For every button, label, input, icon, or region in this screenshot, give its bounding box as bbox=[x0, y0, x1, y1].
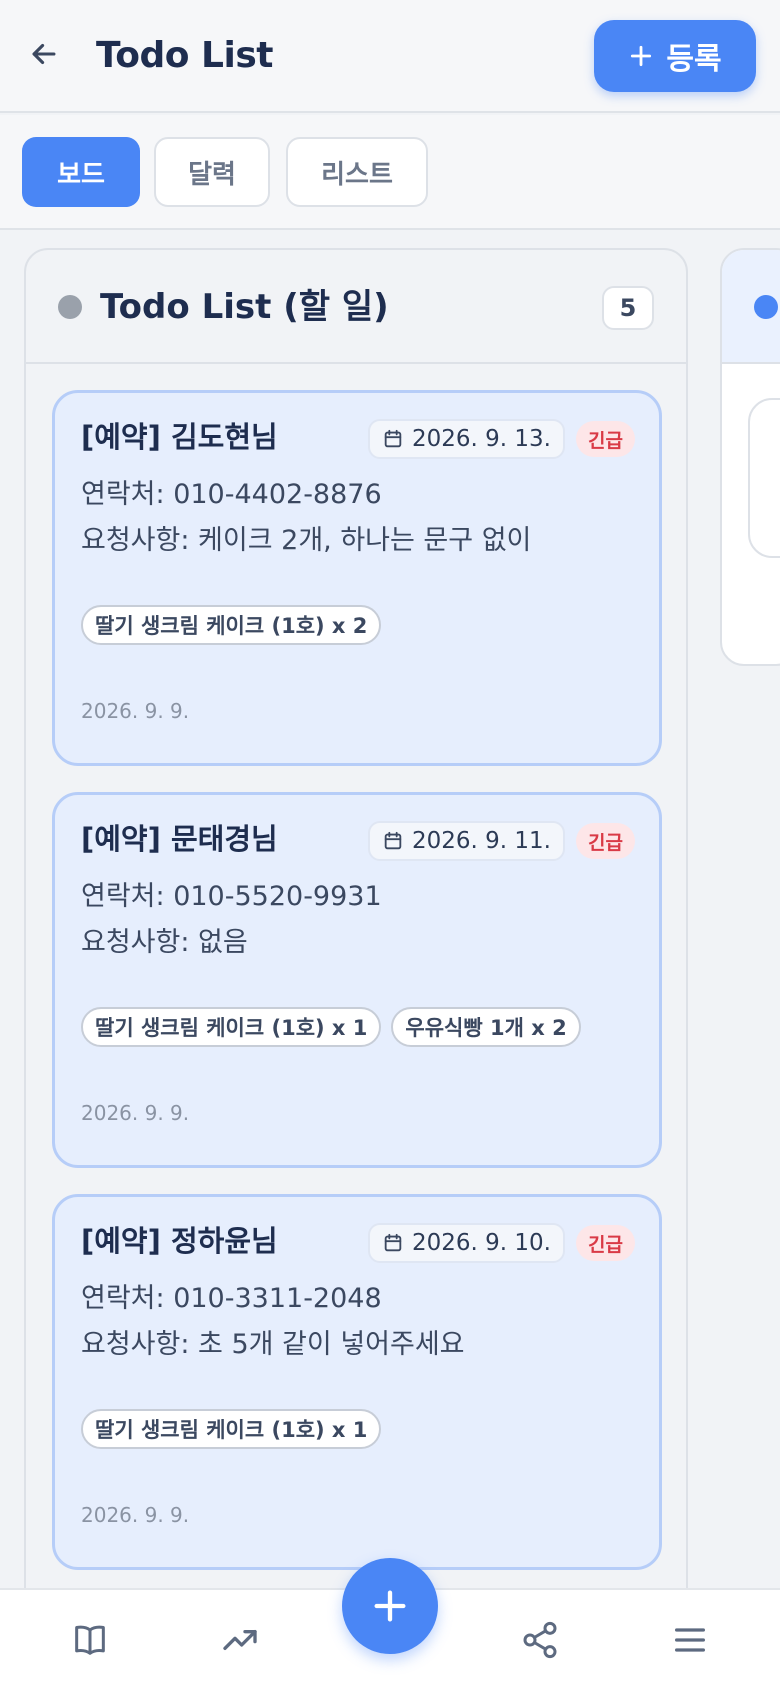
card-title: [예약] 김도현님 bbox=[81, 420, 278, 454]
trending-up-icon bbox=[223, 1630, 257, 1650]
tab-list[interactable]: 리스트 bbox=[286, 137, 428, 207]
todo-card[interactable]: [예약] 김도현님 2026. 9. 13. 긴급 연락처: 010-4402-… bbox=[52, 390, 662, 766]
due-date-chip: 2026. 9. 11. bbox=[368, 821, 565, 861]
board-column-next[interactable] bbox=[720, 248, 780, 666]
due-date-chip: 2026. 9. 13. bbox=[368, 419, 565, 459]
priority-badge: 긴급 bbox=[576, 1225, 635, 1261]
todo-card[interactable]: [예약] 문태경님 2026. 9. 11. 긴급 연락처: 010-5520-… bbox=[52, 792, 662, 1168]
due-date: 2026. 9. 10. bbox=[412, 1230, 551, 1256]
tab-board[interactable]: 보드 bbox=[22, 137, 140, 207]
nav-share[interactable] bbox=[516, 1616, 564, 1664]
due-date: 2026. 9. 13. bbox=[412, 426, 551, 452]
board-column-todo: Todo List (할 일) 5 [예약] 김도현님 2026. 9. 13.… bbox=[24, 248, 688, 1688]
calendar-icon bbox=[384, 429, 402, 448]
next-column-card[interactable] bbox=[748, 398, 780, 558]
arrow-left-icon bbox=[32, 43, 56, 65]
product-tags: 딸기 생크림 케이크 (1호) x 1 우유식빵 1개 x 2 bbox=[81, 1007, 581, 1047]
column-status-dot bbox=[58, 295, 82, 319]
add-button[interactable]: 등록 bbox=[594, 20, 756, 92]
next-column-status-dot bbox=[754, 295, 778, 319]
card-contact: 연락처: 010-5520-9931 bbox=[81, 881, 382, 912]
book-icon bbox=[75, 1625, 105, 1655]
column-title: Todo List (할 일) bbox=[100, 287, 389, 327]
priority-badge: 긴급 bbox=[576, 421, 635, 457]
tab-list-label: 리스트 bbox=[321, 159, 393, 190]
calendar-icon bbox=[384, 831, 402, 850]
add-button-label: 등록 bbox=[666, 42, 722, 77]
page-title: Todo List bbox=[96, 35, 273, 76]
card-contact: 연락처: 010-3311-2048 bbox=[81, 1283, 382, 1314]
product-tag: 딸기 생크림 케이크 (1호) x 2 bbox=[81, 605, 382, 645]
nav-menu[interactable] bbox=[666, 1616, 714, 1664]
product-tags: 딸기 생크림 케이크 (1호) x 1 bbox=[81, 1409, 382, 1449]
nav-stats[interactable] bbox=[216, 1616, 264, 1664]
card-request: 요청사항: 초 5개 같이 넣어주세요 bbox=[81, 1329, 465, 1360]
menu-icon bbox=[675, 1628, 705, 1652]
nav-book[interactable] bbox=[66, 1616, 114, 1664]
product-tag: 딸기 생크림 케이크 (1호) x 1 bbox=[81, 1409, 382, 1449]
back-button[interactable] bbox=[24, 34, 64, 74]
view-tabs: 보드 달력 리스트 bbox=[0, 115, 780, 230]
card-created-date: 2026. 9. 9. bbox=[81, 1503, 190, 1527]
plus-icon bbox=[374, 1590, 406, 1622]
calendar-icon bbox=[384, 1233, 402, 1252]
card-title: [예약] 정하윤님 bbox=[81, 1224, 278, 1258]
product-tag: 우유식빵 1개 x 2 bbox=[391, 1007, 581, 1047]
due-date: 2026. 9. 11. bbox=[412, 828, 551, 854]
tab-calendar[interactable]: 달력 bbox=[154, 137, 270, 207]
card-created-date: 2026. 9. 9. bbox=[81, 699, 190, 723]
app-header: Todo List 등록 bbox=[0, 0, 780, 113]
column-count-badge: 5 bbox=[602, 286, 654, 330]
priority-badge: 긴급 bbox=[576, 823, 635, 859]
card-request: 요청사항: 없음 bbox=[81, 927, 248, 958]
fab-add-button[interactable] bbox=[342, 1558, 438, 1654]
product-tag: 딸기 생크림 케이크 (1호) x 1 bbox=[81, 1007, 382, 1047]
plus-icon bbox=[631, 45, 652, 67]
share-icon bbox=[523, 1621, 557, 1659]
card-title: [예약] 문태경님 bbox=[81, 822, 278, 856]
todo-card[interactable]: [예약] 정하윤님 2026. 9. 10. 긴급 연락처: 010-3311-… bbox=[52, 1194, 662, 1570]
card-request: 요청사항: 케이크 2개, 하나는 문구 없이 bbox=[81, 525, 532, 556]
card-created-date: 2026. 9. 9. bbox=[81, 1101, 190, 1125]
due-date-chip: 2026. 9. 10. bbox=[368, 1223, 565, 1263]
card-contact: 연락처: 010-4402-8876 bbox=[81, 479, 382, 510]
tab-board-label: 보드 bbox=[57, 159, 105, 190]
next-column-header bbox=[722, 250, 780, 364]
column-header: Todo List (할 일) 5 bbox=[26, 250, 686, 364]
tab-calendar-label: 달력 bbox=[188, 159, 236, 190]
product-tags: 딸기 생크림 케이크 (1호) x 2 bbox=[81, 605, 382, 645]
